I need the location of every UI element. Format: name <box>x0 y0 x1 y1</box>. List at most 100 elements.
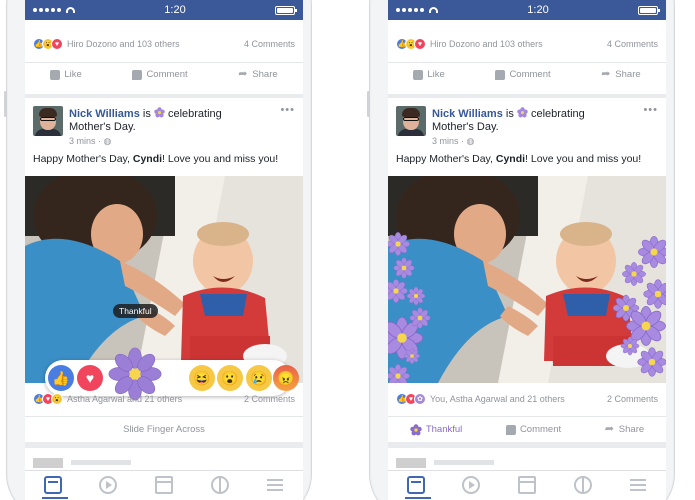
share-label: Share <box>618 424 645 435</box>
thumbs-up-icon <box>50 69 61 80</box>
like-label: Like <box>64 69 82 80</box>
comment-label: Comment <box>146 69 188 80</box>
notifications-globe-icon[interactable] <box>573 475 592 494</box>
mother-baby-photo-with-flowers <box>388 176 666 383</box>
volume-button <box>4 91 7 117</box>
screen-left: 1:20 👍 😮 ♥ Hiro Dozono and 103 others 4 … <box>25 0 303 500</box>
comments-count[interactable]: 2 Comments <box>244 394 295 404</box>
reactions-summary[interactable]: 👍 ♥ 😮 Astha Agarwal and 21 others 2 Comm… <box>33 392 295 406</box>
tab-bar <box>388 448 666 500</box>
comment-icon <box>505 424 516 435</box>
comment-icon <box>132 69 143 80</box>
sad-reaction-icon[interactable]: 😢 <box>246 365 272 391</box>
love-icon: ♥ <box>414 38 426 50</box>
status-bar: 1:20 <box>25 0 303 20</box>
flower-icon <box>154 107 165 118</box>
post-header-text: Nick Williams is celebrating Mother's Da… <box>69 107 281 148</box>
notifications-globe-icon[interactable] <box>210 475 229 494</box>
share-icon <box>601 67 611 80</box>
tab-bar-icons <box>388 470 666 499</box>
tab-bar-icons <box>25 470 303 499</box>
thankful-button[interactable]: Thankful <box>410 423 463 436</box>
author-name[interactable]: Nick Williams <box>69 108 140 120</box>
menu-icon[interactable] <box>629 476 647 494</box>
reactions-summary[interactable]: 👍 😮 ♥ Hiro Dozono and 103 others 4 Comme… <box>33 36 295 52</box>
post-time: 3 mins · ◍ <box>69 136 112 146</box>
battery-icon <box>637 5 660 15</box>
author-name[interactable]: Nick Williams <box>432 108 503 120</box>
post-header: Nick Williams is celebrating Mother's Da… <box>396 104 658 148</box>
like-button[interactable]: Like <box>50 69 82 80</box>
action-bar: Like Comment Share <box>388 62 666 86</box>
reactions-text: You, Astha Agarwal and 21 others <box>430 394 565 404</box>
reactions-summary[interactable]: 👍 😮 ♥ Hiro Dozono and 103 others 4 Comme… <box>396 36 658 52</box>
comment-button[interactable]: Comment <box>132 69 188 80</box>
activity-text: celebrating <box>530 108 585 120</box>
status-time: 1:20 <box>164 4 186 16</box>
comment-button[interactable]: Comment <box>505 424 561 435</box>
love-icon: ♥ <box>51 38 63 50</box>
post-time: 3 mins · ◍ <box>432 136 475 146</box>
share-icon <box>605 422 615 435</box>
battery-icon <box>274 5 297 15</box>
next-post-name <box>434 460 494 465</box>
flower-icon <box>517 107 528 118</box>
activity-text: celebrating <box>167 108 222 120</box>
thankful-icon: ✿ <box>414 393 426 405</box>
reactions-summary[interactable]: 👍 ♥ ✿ You, Astha Agarwal and 21 others 2… <box>396 392 658 406</box>
is-text: is <box>142 108 151 120</box>
status-time: 1:20 <box>527 4 549 16</box>
post-card: Nick Williams is celebrating Mother's Da… <box>388 98 666 442</box>
post-text: Happy Mother's Day, Cyndi! Love you and … <box>396 153 642 165</box>
globe-icon: ◍ <box>466 136 475 146</box>
comments-count[interactable]: 4 Comments <box>244 39 295 49</box>
share-label: Share <box>252 69 278 80</box>
flower-icon <box>410 423 422 435</box>
love-reaction-icon[interactable]: ♥ <box>77 365 103 391</box>
haha-reaction-icon[interactable]: 😆 <box>189 365 215 391</box>
angry-reaction-icon[interactable]: 😠 <box>273 365 299 391</box>
next-post-avatar <box>396 458 426 468</box>
share-button[interactable]: Share <box>605 422 645 436</box>
news-feed-icon[interactable] <box>41 475 68 499</box>
previous-post: 👍 😮 ♥ Hiro Dozono and 103 others 4 Comme… <box>388 20 666 94</box>
more-horizontal-icon[interactable]: ••• <box>643 104 658 116</box>
activity-object: Mother's Day. <box>432 121 499 133</box>
menu-icon[interactable] <box>266 476 284 494</box>
comment-button[interactable]: Comment <box>495 69 551 80</box>
comments-count[interactable]: 2 Comments <box>607 394 658 404</box>
tab-bar <box>25 448 303 500</box>
marketplace-icon[interactable] <box>517 475 536 494</box>
action-bar: Like Comment Share <box>25 62 303 86</box>
more-horizontal-icon[interactable]: ••• <box>280 104 295 116</box>
like-button[interactable]: Like <box>413 69 445 80</box>
news-feed-icon[interactable] <box>404 475 431 499</box>
marketplace-icon[interactable] <box>154 475 173 494</box>
volume-button <box>367 91 370 117</box>
post-header-text: Nick Williams is celebrating Mother's Da… <box>432 107 644 148</box>
status-bar: 1:20 <box>388 0 666 20</box>
like-reaction-icon[interactable]: 👍 <box>48 365 74 391</box>
video-icon[interactable] <box>462 475 481 494</box>
post-photo[interactable] <box>25 176 303 383</box>
activity-object: Mother's Day. <box>69 121 136 133</box>
is-text: is <box>505 108 514 120</box>
mother-baby-photo <box>25 176 303 383</box>
thumbs-up-icon <box>413 69 424 80</box>
share-button[interactable]: Share <box>238 67 278 81</box>
share-button[interactable]: Share <box>601 67 640 81</box>
avatar[interactable] <box>396 106 426 136</box>
post-text: Happy Mother's Day, Cyndi! Love you and … <box>33 153 279 165</box>
thankful-label: Thankful <box>425 424 463 435</box>
screen-right: 1:20 👍 😮 ♥ Hiro Dozono and 103 others 4 … <box>388 0 666 500</box>
action-bar: Thankful Comment Share <box>388 416 666 442</box>
post-header: Nick Williams is celebrating Mother's Da… <box>33 104 295 148</box>
video-icon[interactable] <box>99 475 118 494</box>
reactions-text: Hiro Dozono and 103 others <box>67 39 180 49</box>
wow-icon: 😮 <box>51 393 63 405</box>
post-photo[interactable] <box>388 176 666 383</box>
comments-count[interactable]: 4 Comments <box>607 39 658 49</box>
reactions-text: Astha Agarwal and 21 others <box>67 394 183 404</box>
wow-reaction-icon[interactable]: 😮 <box>217 365 243 391</box>
avatar[interactable] <box>33 106 63 136</box>
